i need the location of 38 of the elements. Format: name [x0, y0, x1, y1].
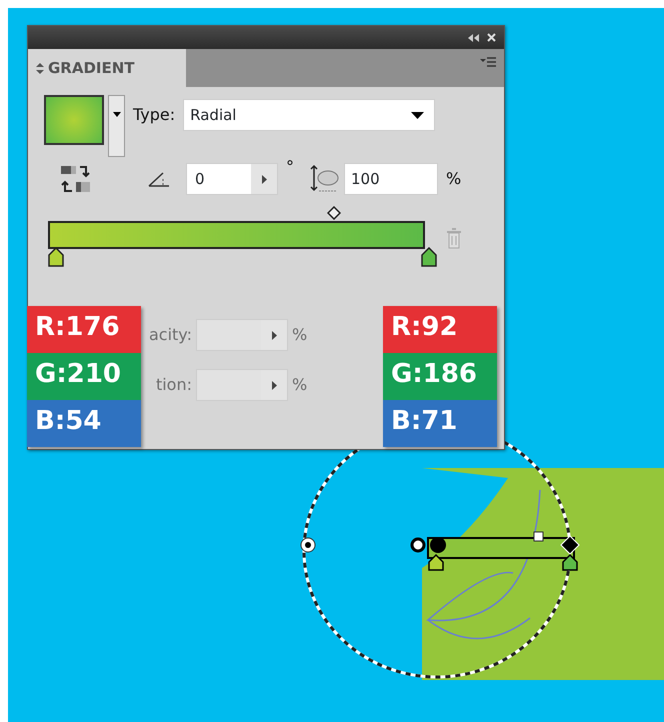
gradient-ramp[interactable]	[48, 221, 425, 249]
rgb-value: R:92	[383, 306, 497, 353]
rgb-value: G:210	[27, 353, 141, 400]
percent-unit: %	[446, 168, 462, 190]
color-stop[interactable]	[428, 554, 444, 571]
angle-icon	[148, 171, 170, 187]
field-label: acity:	[148, 324, 192, 346]
menu-icon[interactable]	[480, 57, 496, 68]
type-label: Type:	[133, 104, 176, 126]
caret-icon	[112, 112, 120, 117]
percent-unit: %	[292, 324, 308, 346]
gradient-swatch[interactable]	[44, 95, 104, 145]
percent-unit: %	[292, 374, 308, 396]
origin-handle[interactable]	[410, 538, 426, 552]
type-dropdown[interactable]: Radial	[183, 99, 436, 131]
panel-tab[interactable]: GRADIENT	[28, 49, 186, 87]
arrow-icon[interactable]	[262, 174, 266, 184]
rgb-value: G:186	[383, 353, 497, 400]
degree-unit: °	[286, 156, 294, 178]
color-stop[interactable]	[421, 247, 437, 267]
sort-icon[interactable]	[36, 62, 44, 74]
focus-handle[interactable]	[300, 538, 316, 552]
color-stop[interactable]	[562, 554, 578, 571]
caret-icon	[411, 112, 424, 118]
field-label: tion:	[154, 374, 192, 396]
gradient-annotator[interactable]	[427, 532, 580, 559]
aspect-ratio-icon	[310, 164, 340, 194]
panel-title: GRADIENT	[48, 58, 135, 79]
angle-field[interactable]: 0	[186, 163, 278, 195]
color-stop[interactable]	[48, 247, 64, 267]
rgb-value: B:71	[383, 400, 497, 447]
swatch-dropdown[interactable]	[108, 95, 125, 157]
aspect-ratio-field[interactable]: 100	[344, 163, 438, 195]
collapse-icon[interactable]	[468, 34, 479, 42]
close-icon[interactable]	[487, 33, 496, 42]
rgb-value: B:54	[27, 400, 141, 447]
reverse-gradient-icon[interactable]	[60, 164, 92, 194]
rgb-value: R:176	[27, 306, 141, 353]
